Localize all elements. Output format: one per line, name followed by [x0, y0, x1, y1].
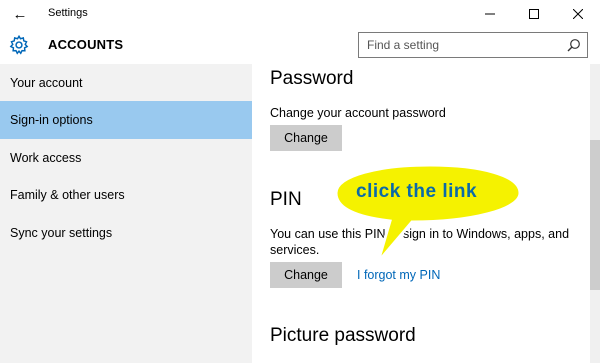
sidebar-item-label: Sync your settings: [10, 226, 113, 240]
back-arrow-icon: ←: [12, 5, 28, 23]
picture-password-heading: Picture password: [270, 325, 416, 346]
title-bar: ← Settings: [0, 0, 600, 28]
password-description: Change your account password: [270, 106, 446, 120]
window-title: Settings: [48, 7, 88, 19]
sidebar: Your account Sign-in options Work access…: [0, 64, 252, 363]
page-header: ACCOUNTS: [0, 28, 600, 66]
page-title: ACCOUNTS: [48, 37, 124, 52]
back-button[interactable]: ←: [0, 0, 40, 28]
gear-icon: [9, 34, 29, 55]
pin-change-button[interactable]: Change: [270, 262, 342, 288]
maximize-button[interactable]: [512, 0, 556, 28]
forgot-pin-link[interactable]: I forgot my PIN: [357, 268, 440, 282]
sidebar-item-label: Your account: [10, 76, 83, 90]
minimize-icon: [485, 13, 495, 15]
scrollbar[interactable]: [590, 64, 600, 363]
close-button[interactable]: [556, 0, 600, 28]
scrollbar-thumb[interactable]: [590, 140, 600, 290]
pin-description-line1: You can use this PIN to sign in to Windo…: [270, 227, 570, 241]
sidebar-item-label: Sign-in options: [10, 113, 93, 127]
sidebar-item-label: Family & other users: [10, 188, 125, 202]
sidebar-item-sync-settings[interactable]: Sync your settings: [0, 214, 252, 252]
minimize-button[interactable]: [468, 0, 512, 28]
search-icon[interactable]: [567, 38, 581, 52]
sidebar-item-work-access[interactable]: Work access: [0, 139, 252, 177]
close-icon: [573, 9, 583, 19]
sidebar-item-sign-in-options[interactable]: Sign-in options: [0, 101, 252, 139]
sidebar-item-family-other-users[interactable]: Family & other users: [0, 176, 252, 214]
search-input[interactable]: [359, 33, 559, 57]
callout-text: click the link: [356, 181, 478, 202]
pin-heading: PIN: [270, 189, 302, 210]
sidebar-item-your-account[interactable]: Your account: [0, 64, 252, 102]
main-content: Password Change your account password Ch…: [252, 64, 590, 363]
password-heading: Password: [270, 68, 354, 89]
maximize-icon: [529, 9, 539, 19]
password-change-button[interactable]: Change: [270, 125, 342, 151]
pin-description-line2: services.: [270, 243, 320, 257]
sidebar-item-label: Work access: [10, 151, 82, 165]
search-box[interactable]: [358, 32, 588, 58]
